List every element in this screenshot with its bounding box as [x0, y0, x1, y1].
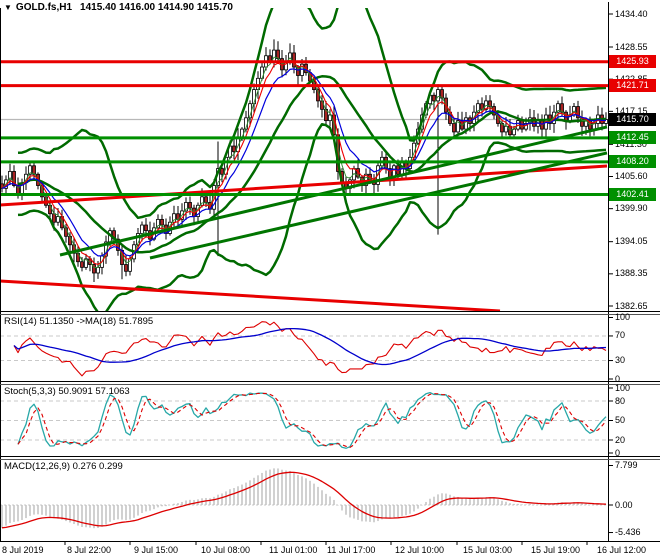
macd-axis-label: -5.436 — [615, 527, 641, 538]
price-tick-label: 1382.65 — [615, 300, 648, 311]
price-tick-label: 1434.40 — [615, 8, 648, 19]
price-tick-label: 1399.90 — [615, 203, 648, 214]
time-axis-label: 11 Jul 17:00 — [327, 545, 376, 555]
price-tick-label: 1428.55 — [615, 41, 648, 52]
stoch-axis-label: 100 — [615, 382, 631, 393]
macd-axis-label: 0.00 — [615, 499, 633, 510]
time-axis-label: 12 Jul 10:00 — [395, 545, 445, 555]
rsi-axis-label: 70 — [615, 330, 626, 341]
macd-axis-label: 7.799 — [615, 460, 638, 470]
current-price-badge: 1415.70 — [609, 113, 656, 126]
stoch-axis-label: 80 — [615, 395, 626, 406]
time-axis-label: 15 Jul 03:00 — [463, 545, 513, 555]
stoch-axis-label: 20 — [615, 434, 626, 445]
terminal-window: ▼ GOLD.fs,H1 1415.40 1416.00 1414.90 1415.… — [0, 0, 660, 560]
time-axis-label: 9 Jul 15:00 — [134, 545, 179, 555]
rsi-axis-label: 30 — [615, 355, 626, 366]
time-axis-label: 8 Jul 2019 — [2, 545, 44, 555]
price-tick-label: 1394.05 — [615, 236, 648, 247]
stoch-axis-label: 0 — [615, 447, 621, 458]
time-axis-label: 8 Jul 22:00 — [67, 545, 112, 555]
time-axis-label: 15 Jul 19:00 — [531, 545, 581, 555]
time-axis-label: 11 Jul 01:00 — [269, 545, 318, 555]
price-tick-label: 1388.35 — [615, 268, 648, 279]
stoch-axis-label: 50 — [615, 415, 626, 425]
rsi-axis-label: 100 — [615, 312, 631, 322]
time-axis-label: 16 Jul 12:00 — [597, 545, 647, 555]
price-level-badge: 1402.41 — [609, 188, 656, 201]
chart-plot-area[interactable] — [0, 0, 608, 541]
price-level-badge: 1408.20 — [609, 155, 656, 169]
price-level-badge: 1412.45 — [609, 131, 656, 145]
price-level-badge: 1421.71 — [609, 79, 656, 93]
time-axis-label: 10 Jul 08:00 — [201, 545, 251, 555]
price-tick-label: 1405.60 — [615, 171, 648, 181]
price-level-badge: 1425.93 — [609, 55, 656, 69]
